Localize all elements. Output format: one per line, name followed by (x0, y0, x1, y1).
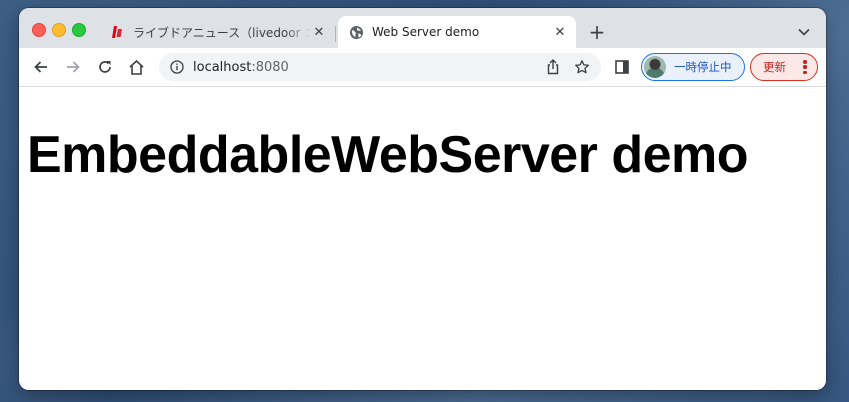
livedoor-news-icon (109, 24, 125, 40)
tab-web-server-demo[interactable]: Web Server demo ✕ (338, 16, 576, 48)
update-label: 更新 (763, 60, 786, 74)
url-port: :8080 (251, 59, 289, 75)
bookmark-star-icon[interactable] (573, 58, 591, 76)
url-host: localhost (193, 59, 252, 75)
close-window-button[interactable] (32, 23, 46, 37)
tab-separator (335, 26, 336, 42)
tab-search-icon[interactable] (796, 24, 812, 40)
profile-status-label: 一時停止中 (674, 60, 732, 74)
tab-strip: ライブドアニュース（livedoor ニュース） ✕ Web Server de… (19, 8, 826, 48)
tab-title: Web Server demo (372, 25, 480, 39)
page-heading: EmbeddableWebServer demo (27, 126, 749, 184)
new-tab-button[interactable]: + (587, 22, 607, 42)
share-icon[interactable] (545, 59, 561, 75)
update-button[interactable]: 更新 (750, 53, 818, 81)
more-menu-icon[interactable] (803, 60, 807, 74)
address-bar[interactable]: localhost:8080 (159, 53, 601, 81)
globe-icon (348, 24, 364, 40)
side-panel-icon[interactable] (615, 59, 631, 75)
tab-title: ライブドアニュース（livedoor ニュース） (133, 25, 311, 40)
page-content: EmbeddableWebServer demo (19, 87, 826, 390)
back-icon[interactable] (30, 56, 52, 78)
close-tab-icon[interactable]: ✕ (552, 24, 568, 40)
close-tab-icon[interactable]: ✕ (311, 24, 327, 40)
tab-livedoor-news[interactable]: ライブドアニュース（livedoor ニュース） ✕ (99, 16, 335, 48)
home-icon[interactable] (125, 56, 147, 78)
avatar (644, 56, 666, 78)
browser-toolbar: localhost:8080 一時停止中 更新 (19, 48, 826, 87)
minimize-window-button[interactable] (52, 23, 66, 37)
url-text: localhost:8080 (193, 60, 289, 75)
profile-button[interactable]: 一時停止中 (641, 53, 745, 81)
fullscreen-window-button[interactable] (72, 23, 86, 37)
info-icon[interactable] (169, 59, 185, 75)
forward-icon[interactable] (62, 56, 84, 78)
reload-icon[interactable] (94, 56, 116, 78)
browser-window: ライブドアニュース（livedoor ニュース） ✕ Web Server de… (19, 8, 826, 390)
